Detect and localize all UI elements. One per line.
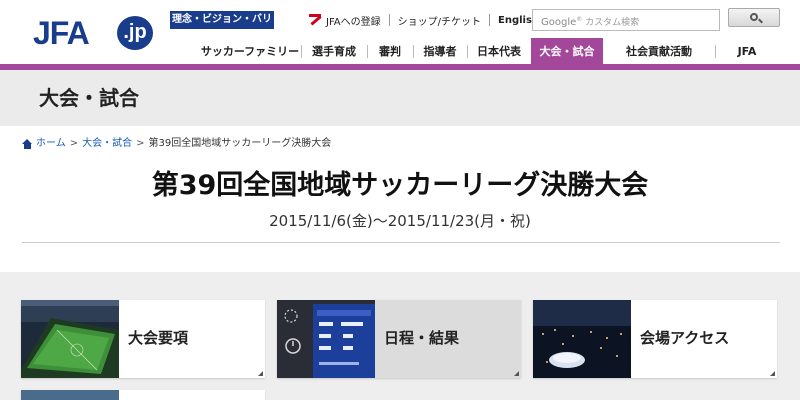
nav-item-competitions[interactable]: 大会・試合 <box>531 38 603 65</box>
section-title: 大会・試合 <box>39 86 139 110</box>
nav-item-national-team[interactable]: 日本代表 <box>467 38 531 65</box>
breadcrumb-home[interactable]: ホーム <box>36 138 66 150</box>
search-button[interactable] <box>728 8 780 27</box>
main-nav: サッカーファミリー 選手育成 審判 指導者 日本代表 大会・試合 社会貢献活動 … <box>199 38 779 65</box>
top-links: JFAへの登録 ショップ/チケット English <box>307 11 539 29</box>
breadcrumb-parent[interactable]: 大会・試合 <box>82 138 132 150</box>
logo-jp-badge: .jp <box>117 16 153 50</box>
card-thumb-partial <box>21 390 119 400</box>
nav-item-social-contribution[interactable]: 社会貢献活動 <box>603 38 715 65</box>
breadcrumb-separator: > <box>136 138 145 149</box>
google-label: Google <box>541 17 577 28</box>
breadcrumb: ホーム > 大会・試合 > 第39回全国地域サッカーリーグ決勝大会 <box>22 138 331 150</box>
registration-icon <box>307 13 323 27</box>
card-schedule-results[interactable]: 日程・結果 <box>277 300 521 378</box>
divider <box>388 14 390 26</box>
site-header: JFA .jp 理念・ビジョン・バリュー JFAへの登録 ショップ/チケット E… <box>0 0 800 65</box>
scoreboard-photo <box>277 300 375 378</box>
nav-item-soccer-family[interactable]: サッカーファミリー <box>199 38 301 65</box>
search-placeholder: カスタム検索 <box>585 18 640 28</box>
shop-link[interactable]: ショップ/チケット <box>398 13 481 28</box>
stadium-photo <box>21 300 119 378</box>
register-link[interactable]: JFAへの登録 <box>326 13 381 28</box>
card-guidelines[interactable]: 大会要項 <box>21 300 265 378</box>
nav-item-coach[interactable]: 指導者 <box>413 38 467 65</box>
night-city-photo <box>533 300 631 378</box>
corner-arrow-icon <box>770 371 775 376</box>
divider <box>489 14 490 26</box>
search-icon <box>750 13 758 21</box>
corner-arrow-icon <box>514 371 519 376</box>
corner-arrow-icon <box>258 371 263 376</box>
logo-text: JFA <box>33 15 90 51</box>
card-label: 会場アクセス <box>640 329 730 347</box>
breadcrumb-separator: > <box>69 138 79 149</box>
breadcrumb-current: 第39回全国地域サッカーリーグ決勝大会 <box>148 138 332 149</box>
card-label: 大会要項 <box>128 329 189 347</box>
nav-item-jfa[interactable]: JFA <box>715 38 779 65</box>
home-icon <box>22 139 33 149</box>
nav-item-referee[interactable]: 審判 <box>367 38 413 65</box>
card-partial[interactable] <box>21 390 265 400</box>
page-title: 第39回全国地域サッカーリーグ決勝大会 <box>151 170 649 201</box>
section-band: 大会・試合 <box>0 70 800 126</box>
card-label: 日程・結果 <box>384 329 460 347</box>
event-dates: 2015/11/6(金)～2015/11/23(月・祝) <box>269 212 531 230</box>
card-venue-access[interactable]: 会場アクセス <box>533 300 777 378</box>
search-input[interactable]: Google® カスタム検索 <box>532 9 720 31</box>
jfa-logo[interactable]: JFA .jp <box>33 16 153 50</box>
nav-item-player-development[interactable]: 選手育成 <box>301 38 367 65</box>
philosophy-button[interactable]: 理念・ビジョン・バリュー <box>170 11 274 43</box>
title-divider <box>22 242 780 243</box>
